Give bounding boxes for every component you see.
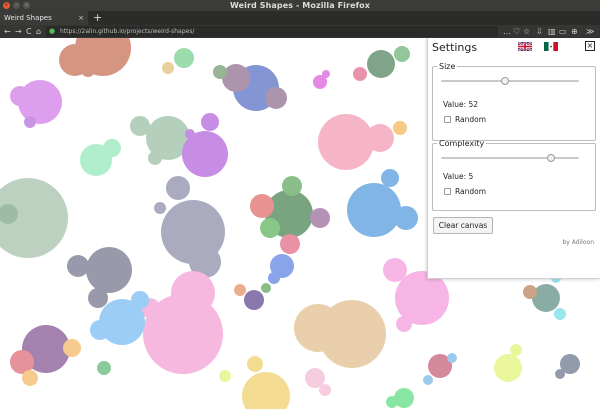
tab-label: Weird Shapes: [4, 14, 52, 22]
reload-icon[interactable]: C: [26, 26, 32, 37]
english-flag-icon[interactable]: [518, 42, 532, 51]
tab-close-icon[interactable]: ×: [78, 11, 84, 25]
complexity-random-checkbox[interactable]: [444, 188, 451, 195]
size-random-label: Random: [455, 115, 487, 124]
sidebar-icon[interactable]: ▭: [559, 26, 567, 37]
complexity-value-label: Value: 5: [443, 172, 474, 181]
url-bar[interactable]: ● https://2alin.github.io/projects/weird…: [46, 26, 498, 37]
clear-canvas-button[interactable]: Clear canvas: [433, 217, 493, 234]
pocket-icon[interactable]: ♡: [513, 26, 520, 37]
library-icon[interactable]: ▥: [548, 26, 556, 37]
size-slider-thumb[interactable]: [501, 77, 510, 85]
bookmark-icon[interactable]: ☆: [523, 26, 530, 37]
overflow-menu-icon[interactable]: ≫: [586, 26, 594, 37]
complexity-slider-thumb[interactable]: [547, 154, 556, 162]
tab-weird-shapes[interactable]: Weird Shapes ×: [0, 11, 88, 25]
nav-bar: ← → C ⌂ ● https://2alin.github.io/projec…: [0, 25, 600, 38]
size-value-label: Value: 52: [443, 100, 479, 109]
mexico-flag-icon[interactable]: [544, 42, 558, 51]
complexity-legend: Complexity: [439, 139, 485, 148]
settings-title: Settings: [432, 41, 478, 54]
extension-icon[interactable]: ⊕: [571, 26, 578, 37]
page-actions-icon[interactable]: …: [503, 26, 511, 37]
complexity-fieldset: Complexity Value: 5 Random: [432, 139, 596, 211]
download-icon[interactable]: ⇩: [536, 26, 543, 37]
author-byline: by Adiloon: [562, 239, 594, 246]
url-text: https://2alin.github.io/projects/weird-s…: [60, 28, 195, 35]
forward-icon[interactable]: →: [15, 26, 22, 37]
home-icon[interactable]: ⌂: [36, 26, 41, 37]
tab-bar: Weird Shapes × +: [0, 11, 600, 25]
window-title: Weird Shapes - Mozilla Firefox: [229, 1, 371, 10]
size-fieldset: Size Value: 52 Random: [432, 62, 596, 141]
new-tab-button[interactable]: +: [93, 11, 102, 24]
size-random-checkbox[interactable]: [444, 116, 451, 123]
close-settings-button[interactable]: ×: [585, 41, 595, 51]
complexity-random-label: Random: [455, 187, 487, 196]
settings-panel: Settings × Size Value: 52 Random Complex…: [427, 38, 600, 279]
back-icon[interactable]: ←: [4, 26, 11, 37]
complexity-slider-track[interactable]: [441, 157, 579, 159]
size-slider-track[interactable]: [441, 80, 579, 82]
size-legend: Size: [439, 62, 456, 71]
lock-icon: ●: [49, 27, 56, 35]
window-titlebar: × – ▫ Weird Shapes - Mozilla Firefox: [0, 0, 600, 11]
